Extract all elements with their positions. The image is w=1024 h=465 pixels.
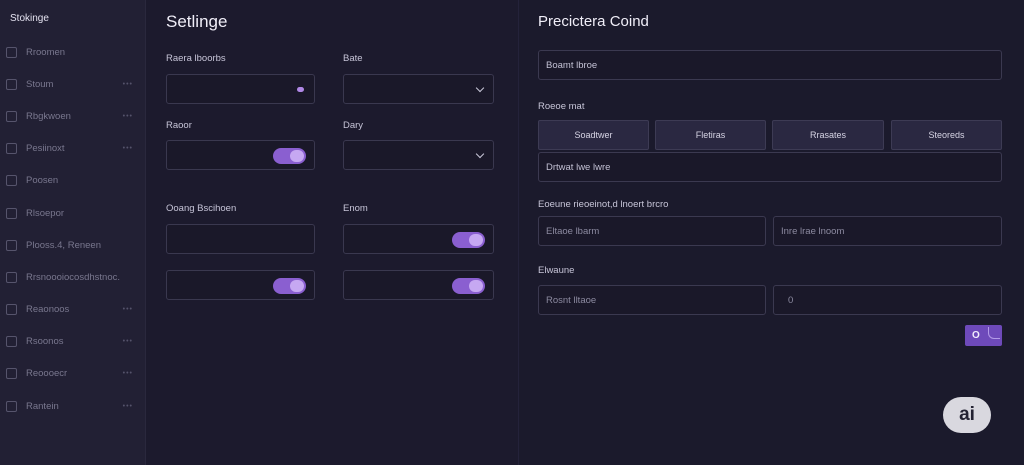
field-label: Bate bbox=[343, 53, 363, 64]
sidebar-item-label: Rantein bbox=[26, 400, 59, 412]
text-field[interactable] bbox=[166, 74, 315, 104]
segment-option[interactable]: Steoreds bbox=[891, 120, 1002, 150]
sidebar-item-badge: ••• bbox=[122, 145, 133, 153]
sidebar-item[interactable]: Rroomen bbox=[0, 36, 146, 68]
bar-chart-icon bbox=[6, 239, 17, 251]
sidebar-item[interactable]: Poosen bbox=[0, 165, 146, 197]
sidebar-item[interactable]: Rantein ••• bbox=[0, 390, 146, 422]
section-label: Eoeune rieoeinot,d lnoert brcro bbox=[538, 199, 669, 210]
document-icon bbox=[6, 143, 17, 155]
arrow-icon bbox=[988, 327, 1000, 339]
toggle-field bbox=[343, 270, 494, 300]
text-input[interactable]: Drtwat lwe lwre bbox=[538, 152, 1002, 182]
segmented-control: Soadtwer Fletiras Rrasates Steoreds bbox=[538, 120, 1002, 150]
sidebar-item[interactable]: Rlsoepor bbox=[0, 197, 146, 229]
sidebar-item[interactable]: Plooss.4, Reneen bbox=[0, 229, 146, 261]
sidebar-item[interactable]: Reoooecr ••• bbox=[0, 358, 146, 390]
sidebar-item-label: Pesiinoxt bbox=[26, 143, 65, 155]
text-field[interactable] bbox=[166, 224, 315, 254]
text-input[interactable]: Rosnt lltaoe bbox=[538, 285, 766, 315]
sidebar-item-label: Rbgkwoen bbox=[26, 110, 71, 122]
toggle-knob bbox=[469, 280, 483, 292]
sidebar-item-label: Reaonoos bbox=[26, 304, 70, 316]
field-label: Raoor bbox=[166, 120, 192, 131]
sidebar-item-label: Reoooecr bbox=[26, 368, 68, 380]
sidebar: Stokinge Rroomen Stoum ••• Rbgkwoen ••• Pe… bbox=[0, 0, 146, 465]
sidebar-item-label: Rlsoepor bbox=[26, 207, 65, 219]
sidebar-item-label: Stoum bbox=[26, 78, 54, 90]
toggle-knob bbox=[469, 234, 483, 246]
select-dropdown[interactable] bbox=[343, 74, 494, 104]
form-title: Precictera Coind bbox=[538, 13, 649, 30]
grid-icon bbox=[6, 46, 17, 58]
sidebar-item[interactable]: Rrsnoooiocosdhstnoc. bbox=[0, 261, 146, 293]
section-label: Elwaune bbox=[538, 265, 575, 276]
square-icon bbox=[6, 368, 17, 380]
segment-option[interactable]: Fletiras bbox=[655, 120, 766, 150]
text-input[interactable]: Inre lrae lnoom bbox=[773, 216, 1002, 246]
chevron-down-icon bbox=[475, 83, 485, 93]
music-icon bbox=[6, 400, 17, 412]
sidebar-item-label: Rroomen bbox=[26, 46, 66, 58]
document-icon bbox=[6, 336, 17, 348]
sidebar-item-badge: ••• bbox=[122, 306, 133, 314]
grid-icon bbox=[6, 110, 17, 122]
sidebar-item-label: Poosen bbox=[26, 175, 59, 187]
sidebar-list: Rroomen Stoum ••• Rbgkwoen ••• Pesiinoxt ••… bbox=[0, 36, 146, 422]
select-dropdown[interactable] bbox=[343, 140, 494, 170]
sidebar-item-badge: ••• bbox=[122, 80, 133, 88]
app-window: Stokinge Rroomen Stoum ••• Rbgkwoen ••• Pe… bbox=[0, 0, 1024, 465]
text-input[interactable]: Boamt lbroe bbox=[538, 50, 1002, 80]
form-panel: Precictera Coind Boamt lbroe Roeoe mat S… bbox=[519, 0, 1024, 465]
field-label: Enom bbox=[343, 203, 368, 214]
sidebar-item[interactable]: Reaonoos ••• bbox=[0, 294, 146, 326]
page-title: Setlinge bbox=[166, 12, 228, 31]
toggle-field bbox=[166, 270, 315, 300]
sidebar-item-badge: ••• bbox=[122, 370, 133, 378]
field-label: Ooang Bscihoen bbox=[166, 203, 237, 214]
field-label: Raera lboorbs bbox=[166, 53, 226, 64]
toggle-switch[interactable] bbox=[452, 232, 485, 248]
sidebar-title: Stokinge bbox=[10, 13, 49, 24]
chevron-down-icon bbox=[475, 149, 485, 159]
sidebar-item-badge: ••• bbox=[122, 112, 133, 120]
submit-button-label: O bbox=[972, 330, 980, 341]
text-input[interactable]: 0 bbox=[773, 285, 1002, 315]
toggle-field bbox=[343, 224, 494, 254]
settings-panel: Setlinge Raera lboorbs Bate Raoor Dary O… bbox=[146, 0, 518, 465]
grid-icon bbox=[6, 207, 17, 219]
music-icon bbox=[6, 304, 17, 316]
toggle-field bbox=[166, 140, 315, 170]
toggle-switch[interactable] bbox=[273, 148, 306, 164]
sidebar-item-badge: ••• bbox=[122, 338, 133, 346]
toggle-knob bbox=[290, 150, 304, 162]
square-icon bbox=[6, 175, 17, 187]
grid-icon bbox=[6, 271, 17, 283]
grid-icon bbox=[6, 78, 17, 90]
section-label: Roeoe mat bbox=[538, 101, 585, 112]
submit-button[interactable]: O bbox=[965, 325, 1002, 346]
sidebar-item-badge: ••• bbox=[122, 402, 133, 410]
sidebar-item-label: Rsoonos bbox=[26, 336, 64, 348]
segment-option[interactable]: Rrasates bbox=[772, 120, 884, 150]
toggle-knob bbox=[290, 280, 304, 292]
sidebar-item-label: Plooss.4, Reneen bbox=[26, 239, 101, 251]
indicator-dot-icon bbox=[297, 87, 304, 92]
segment-option[interactable]: Soadtwer bbox=[538, 120, 649, 150]
sidebar-item[interactable]: Pesiinoxt ••• bbox=[0, 133, 146, 165]
sidebar-item[interactable]: Stoum ••• bbox=[0, 68, 146, 100]
sidebar-item-label: Rrsnoooiocosdhstnoc. bbox=[26, 271, 120, 283]
ai-badge: ai bbox=[943, 397, 991, 433]
toggle-switch[interactable] bbox=[452, 278, 485, 294]
toggle-switch[interactable] bbox=[273, 278, 306, 294]
sidebar-item[interactable]: Rbgkwoen ••• bbox=[0, 100, 146, 132]
sidebar-item[interactable]: Rsoonos ••• bbox=[0, 326, 146, 358]
text-input[interactable]: Eltaoe lbarm bbox=[538, 216, 766, 246]
field-label: Dary bbox=[343, 120, 364, 131]
